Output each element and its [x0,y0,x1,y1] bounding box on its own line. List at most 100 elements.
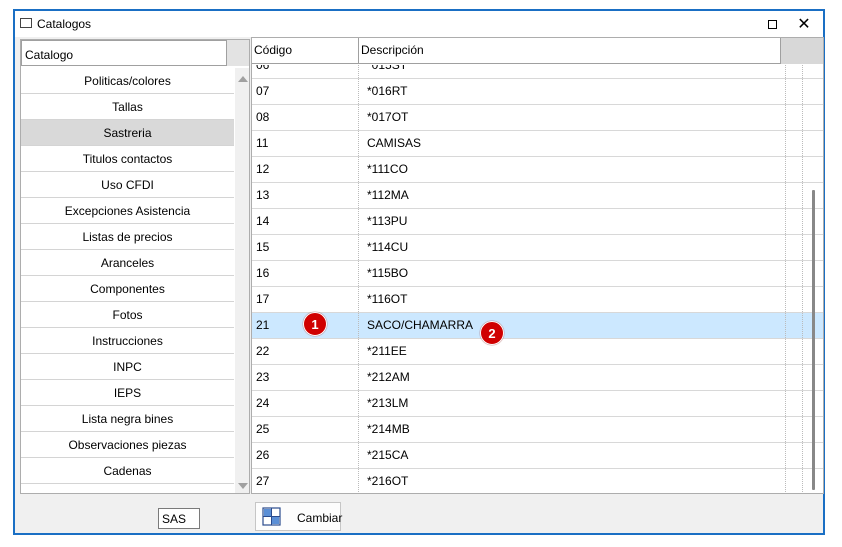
column-header-desc[interactable]: Descripción [359,38,781,64]
table-row[interactable]: 11 CAMISAS [252,131,823,157]
column-header-desc-label: Descripción [361,43,424,57]
catalog-item[interactable]: INPC [21,354,234,380]
column-separator [785,417,786,442]
catalog-item[interactable]: Uso CFDI [21,172,234,198]
annotation-badge-2: 2 [480,321,504,345]
cell-code: 22 [256,344,270,358]
table-row[interactable]: 17 *116OT [252,287,823,313]
grid-scrollbar[interactable] [805,65,822,493]
grid-header-filler [781,38,823,64]
column-separator [358,235,359,260]
cell-code: 24 [256,396,270,410]
scroll-up-icon[interactable] [238,76,248,82]
column-separator [358,417,359,442]
column-separator [785,105,786,130]
catalog-scrollbar[interactable] [235,68,249,493]
cell-code: 27 [256,474,270,488]
cell-desc: *112MA [367,188,409,202]
cell-desc: *215CA [367,448,409,462]
column-separator [802,209,803,234]
catalog-header: Catalogo [21,40,227,66]
scroll-down-icon[interactable] [238,483,248,489]
column-separator [358,443,359,468]
table-row[interactable]: 25 *214MB [252,417,823,443]
grid-rows: 06 *015ST 07 *016RT 08 *017OT 11 CAMISAS 12 *111C… [252,65,823,493]
table-row[interactable]: 07 *016RT [252,79,823,105]
cell-desc: *211EE [367,344,407,358]
table-row[interactable]: 23 *212AM [252,365,823,391]
column-separator [802,261,803,286]
column-separator [785,183,786,208]
cell-desc: *015ST [367,65,408,72]
cell-code: 14 [256,214,270,228]
table-row[interactable]: 14 *113PU [252,209,823,235]
table-row[interactable]: 27 *216OT [252,469,823,493]
column-separator [358,65,359,78]
column-separator [802,417,803,442]
catalog-item[interactable]: Politicas/colores [21,68,234,94]
column-separator [785,157,786,182]
cell-desc: *111CO [367,162,408,176]
catalog-item[interactable]: Sastreria [21,120,234,146]
table-row[interactable]: 15 *114CU [252,235,823,261]
catalogos-window: Catalogos ✕ Catalogo Politicas/colores Ta… [13,9,825,535]
cambiar-button-label: Cambiar [297,511,343,525]
cell-desc: SACO/CHAMARRA [367,318,474,332]
column-separator [802,105,803,130]
status-field[interactable]: SAS [158,508,200,529]
table-row[interactable]: 13 *112MA [252,183,823,209]
catalog-item[interactable]: IEPS [21,380,234,406]
catalog-item[interactable]: Cadenas [21,458,234,484]
catalog-item[interactable]: Excepciones Asistencia [21,198,234,224]
cell-desc: *212AM [367,370,410,384]
catalog-item[interactable]: Instrucciones [21,328,234,354]
table-row[interactable]: 12 *111CO [252,157,823,183]
cell-code: 23 [256,370,270,384]
column-separator [802,157,803,182]
column-separator [802,287,803,312]
cell-desc: *216OT [367,474,409,488]
cell-desc: CAMISAS [367,136,422,150]
catalog-item-label: Observaciones piezas [68,437,187,452]
catalog-item[interactable]: Tallas [21,94,234,120]
column-separator [802,131,803,156]
close-button[interactable]: ✕ [787,11,821,37]
column-separator [802,339,803,364]
catalog-item-label: Uso CFDI [101,177,154,192]
cell-code: 11 [256,136,269,150]
maximize-button[interactable] [755,11,789,37]
cell-code: 13 [256,188,270,202]
column-separator [358,339,359,364]
cell-desc: *214MB [367,422,410,436]
column-separator [802,79,803,104]
catalog-item[interactable]: Lista negra bines [21,406,234,432]
cell-desc: *114CU [367,240,409,254]
catalog-item[interactable]: Aranceles [21,250,234,276]
catalog-list: Politicas/colores Tallas Sastreria Titulos … [21,68,234,493]
table-row[interactable]: 24 *213LM [252,391,823,417]
column-separator [802,443,803,468]
table-row[interactable]: 16 *115BO [252,261,823,287]
cambiar-button[interactable]: Cambiar [255,502,343,531]
data-grid: Código Descripción 06 *015ST 07 *016RT 08 *01… [251,37,824,494]
table-row[interactable]: 22 *211EE [252,339,823,365]
catalog-item[interactable] [21,484,234,493]
catalog-item[interactable]: Titulos contactos [21,146,234,172]
column-separator [802,469,803,493]
catalog-item[interactable]: Fotos [21,302,234,328]
table-row[interactable]: 08 *017OT [252,105,823,131]
table-row[interactable]: 21 SACO/CHAMARRA [252,313,823,339]
grid-scrollbar-thumb[interactable] [812,190,815,490]
cell-code: 17 [256,292,270,306]
table-row[interactable]: 06 *015ST [252,65,823,79]
catalog-item[interactable]: Observaciones piezas [21,432,234,458]
column-separator [785,443,786,468]
cell-code: 16 [256,266,270,280]
catalog-item[interactable]: Componentes [21,276,234,302]
column-header-code[interactable]: Código [252,38,359,64]
column-separator [785,261,786,286]
catalog-item-label: IEPS [113,385,142,400]
catalog-item[interactable]: Listas de precios [21,224,234,250]
cell-desc: *017OT [367,110,409,124]
table-row[interactable]: 26 *215CA [252,443,823,469]
